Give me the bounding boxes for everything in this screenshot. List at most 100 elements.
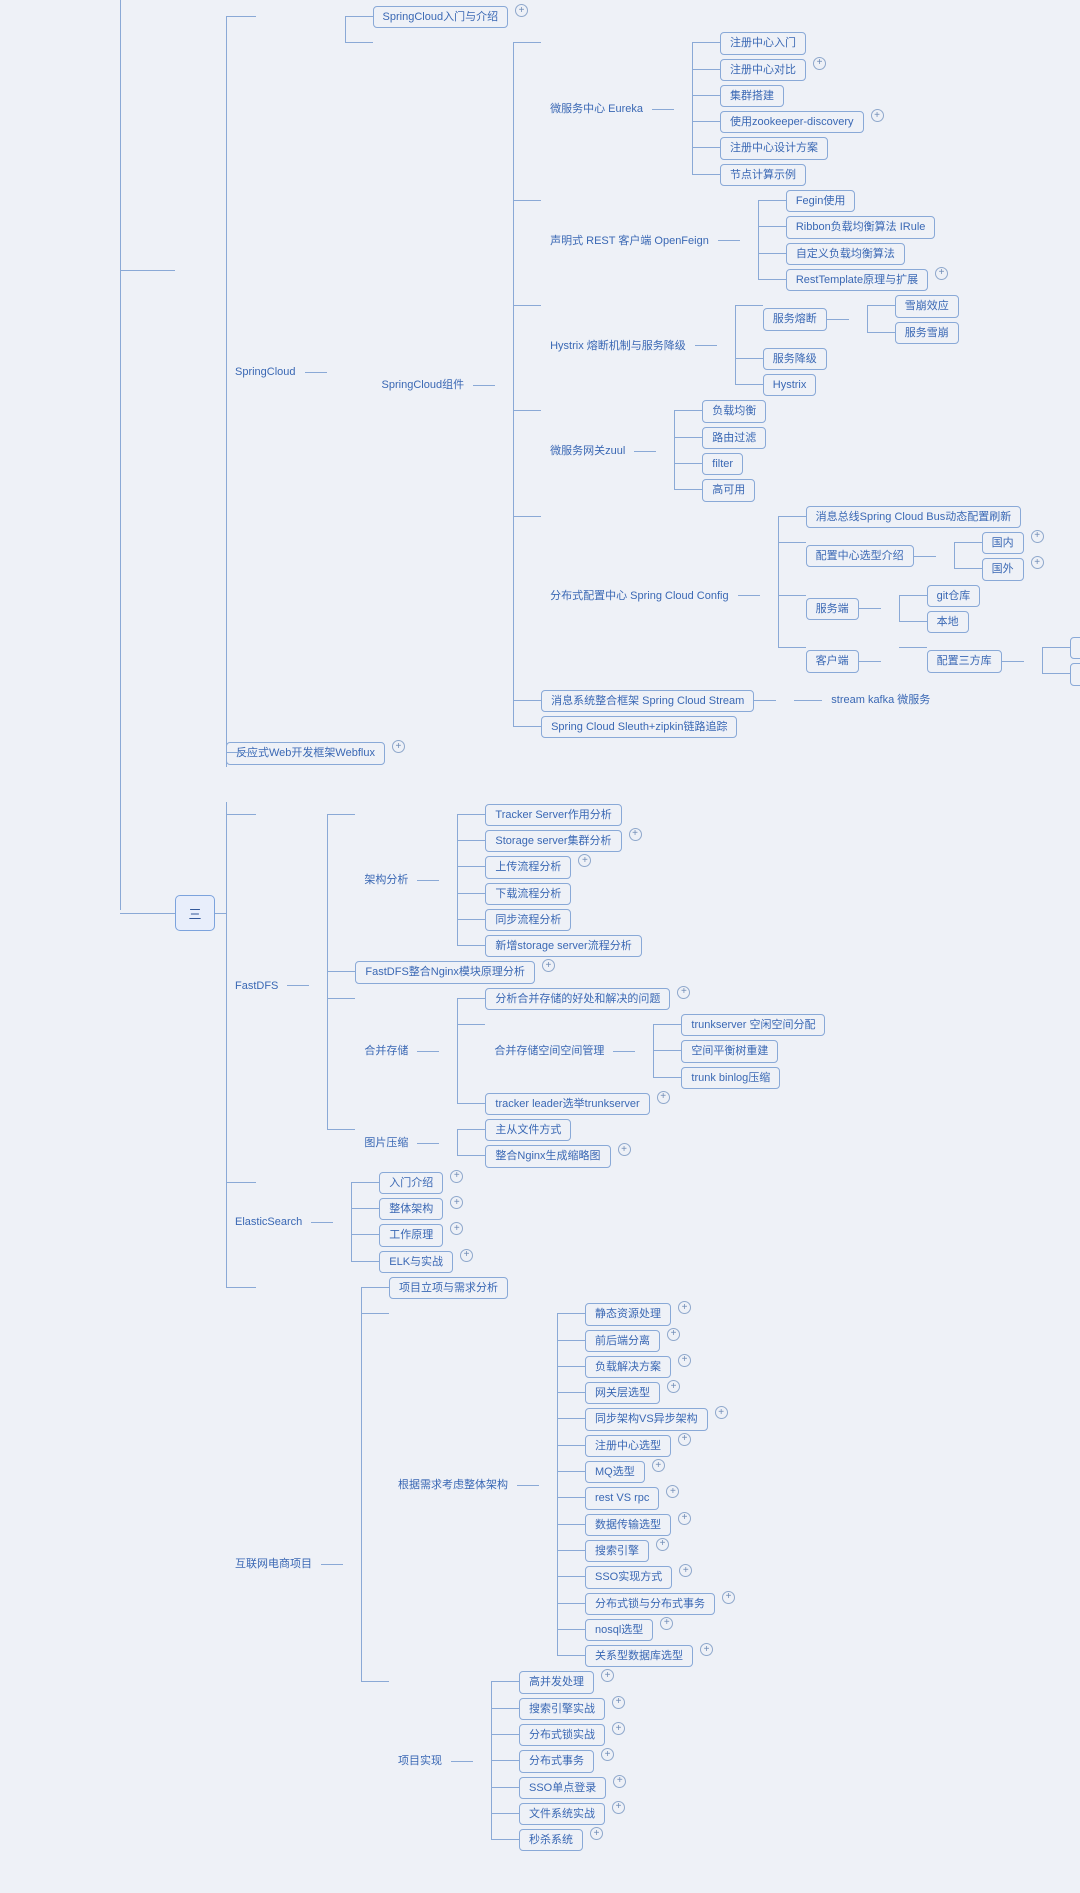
node-label[interactable]: 注册中心对比 [720,59,806,81]
node-label[interactable]: 服务降级 [763,348,827,370]
expand-icon[interactable]: + [612,1722,625,1735]
mindmap-node[interactable]: 项目实现高并发处理+搜索引擎实战+分布式锁实战+分布式事务+SSO单点登录+文件… [361,1669,735,1853]
expand-icon[interactable]: + [700,1643,713,1656]
node-label[interactable]: commons-configuration [1070,637,1080,659]
node-label[interactable]: 集群搭建 [720,85,784,107]
mindmap-node[interactable]: 集群搭建 [692,83,884,109]
expand-icon[interactable]: + [666,1485,679,1498]
node-label[interactable]: ElasticSearch [226,1212,311,1232]
mindmap-node[interactable]: 分析合并存储的好处和解决的问题+ [457,986,825,1012]
node-label[interactable]: SpringCloud入门与介绍 [373,6,509,28]
mindmap-node[interactable]: 声明式 REST 客户端 OpenFeignFegin使用Ribbon负载均衡算… [513,188,1080,293]
mindmap-node[interactable]: 反应式Web开发框架Webflux+ [226,740,1080,766]
node-label[interactable]: 搜索引擎实战 [519,1698,605,1720]
expand-icon[interactable]: + [542,959,555,972]
mindmap-node[interactable]: 负载均衡 [674,398,766,424]
mindmap-node[interactable]: 注册中心设计方案 [692,135,884,161]
expand-icon[interactable]: + [667,1380,680,1393]
node-label[interactable]: 下载流程分析 [485,883,571,905]
expand-icon[interactable]: + [657,1091,670,1104]
node-label[interactable]: 架构分析 [355,870,417,890]
mindmap-node[interactable]: 同步架构VS异步架构+ [557,1406,735,1432]
mindmap-node[interactable]: 国内+ [954,530,1044,556]
mindmap-node[interactable]: FastDFS整合Nginx模块原理分析 + [327,959,825,985]
node-label[interactable]: trunk binlog压缩 [681,1067,780,1089]
mindmap-node[interactable]: 网关层选型+ [557,1380,735,1406]
mindmap-node[interactable]: 前后端分离+ [557,1328,735,1354]
node-label[interactable]: Ribbon负载均衡算法 IRule [786,216,936,238]
mindmap-node[interactable]: 雪崩效应 [867,293,959,319]
mindmap-node[interactable]: 上传流程分析+ [457,854,641,880]
mindmap-node[interactable]: Hystrix 熔断机制与服务降级服务熔断雪崩效应服务雪崩服务降级Hystrix [513,293,1080,398]
mindmap-node[interactable]: 合并存储空间空间管理trunkserver 空闲空间分配空间平衡树重建trunk… [457,1012,825,1091]
mindmap-node[interactable]: 配置三方库commons-configurationSpring Environ… [899,635,1080,688]
node-label[interactable]: 合并存储 [355,1041,417,1061]
mindmap-node[interactable]: 数据传输选型+ [557,1512,735,1538]
node-label[interactable]: 静态资源处理 [585,1303,671,1325]
expand-icon[interactable]: + [722,1591,735,1604]
mindmap-node[interactable]: 高可用 [674,477,766,503]
node-label[interactable]: 分析合并存储的好处和解决的问题 [485,988,670,1010]
node-label[interactable]: Tracker Server作用分析 [485,804,621,826]
mindmap-node[interactable]: 图片压缩主从文件方式整合Nginx生成缩略图+ [327,1117,825,1170]
mindmap-node[interactable]: 本地 [899,609,981,635]
node-label[interactable]: tracker leader选举trunkserver [485,1093,649,1115]
mindmap-node[interactable]: 空间平衡树重建 [653,1038,825,1064]
node-label[interactable]: 工作原理 [379,1224,443,1246]
node-label[interactable]: 路由过滤 [702,427,766,449]
expand-icon[interactable]: + [450,1170,463,1183]
mindmap-node[interactable]: 注册中心入门 [692,30,884,56]
mindmap-node[interactable]: 整体架构+ [351,1196,473,1222]
mindmap-node[interactable]: 自定义负载均衡算法 [758,241,948,267]
mindmap-node[interactable]: SSO单点登录+ [491,1775,626,1801]
node-label[interactable]: 注册中心选型 [585,1435,671,1457]
mindmap-node[interactable]: filter [674,451,766,477]
mindmap-node[interactable]: 秒杀系统+ [491,1827,626,1853]
node-label[interactable]: 注册中心设计方案 [720,137,828,159]
mindmap-node[interactable]: 根据需求考虑整体架构静态资源处理+前后端分离+负载解决方案+网关层选型+同步架构… [361,1301,735,1669]
mindmap-canvas[interactable]: 三 SpringCloudSpringCloud入门与介绍+SpringClou… [0,0,1080,1893]
node-label[interactable]: 负载解决方案 [585,1356,671,1378]
node-label[interactable]: nosql选型 [585,1619,653,1641]
mindmap-node[interactable]: 架构分析 Tracker Server作用分析Storage server集群分析… [327,802,825,960]
node-label[interactable]: 消息系统整合框架 Spring Cloud Stream [541,690,754,712]
node-label[interactable]: 本地 [927,611,969,633]
node-label[interactable]: 微服务中心 Eureka [541,99,652,119]
mindmap-node[interactable]: Spring Environment [1042,661,1080,687]
mindmap-node[interactable]: 国外+ [954,556,1044,582]
expand-icon[interactable]: + [1031,556,1044,569]
mindmap-node[interactable]: 工作原理+ [351,1222,473,1248]
mindmap-node[interactable]: Tracker Server作用分析 [457,802,641,828]
node-label[interactable]: 雪崩效应 [895,295,959,317]
mindmap-node[interactable]: stream kafka 微服务 [794,688,939,712]
node-label[interactable]: Spring Cloud Sleuth+zipkin链路追踪 [541,716,737,738]
mindmap-node[interactable]: SpringCloudSpringCloud入门与介绍+SpringCloud组… [226,4,1080,740]
mindmap-node[interactable]: 关系型数据库选型+ [557,1643,735,1669]
node-label[interactable]: 消息总线Spring Cloud Bus动态配置刷新 [806,506,1022,528]
mindmap-node[interactable]: 合并存储分析合并存储的好处和解决的问题+合并存储空间空间管理trunkserve… [327,986,825,1117]
expand-icon[interactable]: + [678,1354,691,1367]
mindmap-node[interactable]: trunkserver 空闲空间分配 [653,1012,825,1038]
node-label[interactable]: 项目立项与需求分析 [389,1277,508,1299]
expand-icon[interactable]: + [935,267,948,280]
mindmap-node[interactable]: Storage server集群分析+ [457,828,641,854]
expand-icon[interactable]: + [678,1433,691,1446]
expand-icon[interactable]: + [667,1328,680,1341]
node-label[interactable]: trunkserver 空闲空间分配 [681,1014,825,1036]
node-label[interactable]: SpringCloud组件 [373,375,474,395]
mindmap-node[interactable]: 注册中心对比+ [692,57,884,83]
mindmap-node[interactable]: FastDFS架构分析Tracker Server作用分析Storage ser… [226,802,1080,1170]
mindmap-node[interactable]: 消息系统整合框架 Spring Cloud Stream stream kafka… [513,688,1080,714]
node-label[interactable]: 主从文件方式 [485,1119,571,1141]
node-label[interactable]: 上传流程分析 [485,856,571,878]
node-label[interactable]: 搜索引擎 [585,1540,649,1562]
node-label[interactable]: 分布式配置中心 Spring Cloud Config [541,586,738,606]
mindmap-node[interactable]: 主从文件方式 [457,1117,630,1143]
node-label[interactable]: FastDFS整合Nginx模块原理分析 [355,961,535,983]
node-label[interactable]: 反应式Web开发框架Webflux [226,742,385,764]
mindmap-node[interactable]: SpringCloud组件微服务中心 Eureka注册中心入门注册中心对比+集群… [345,30,1080,740]
mindmap-node[interactable]: 整合Nginx生成缩略图+ [457,1143,630,1169]
mindmap-node[interactable]: 负载解决方案 + [557,1354,735,1380]
node-label[interactable]: rest VS rpc [585,1487,659,1509]
node-label[interactable]: 声明式 REST 客户端 OpenFeign [541,231,718,251]
